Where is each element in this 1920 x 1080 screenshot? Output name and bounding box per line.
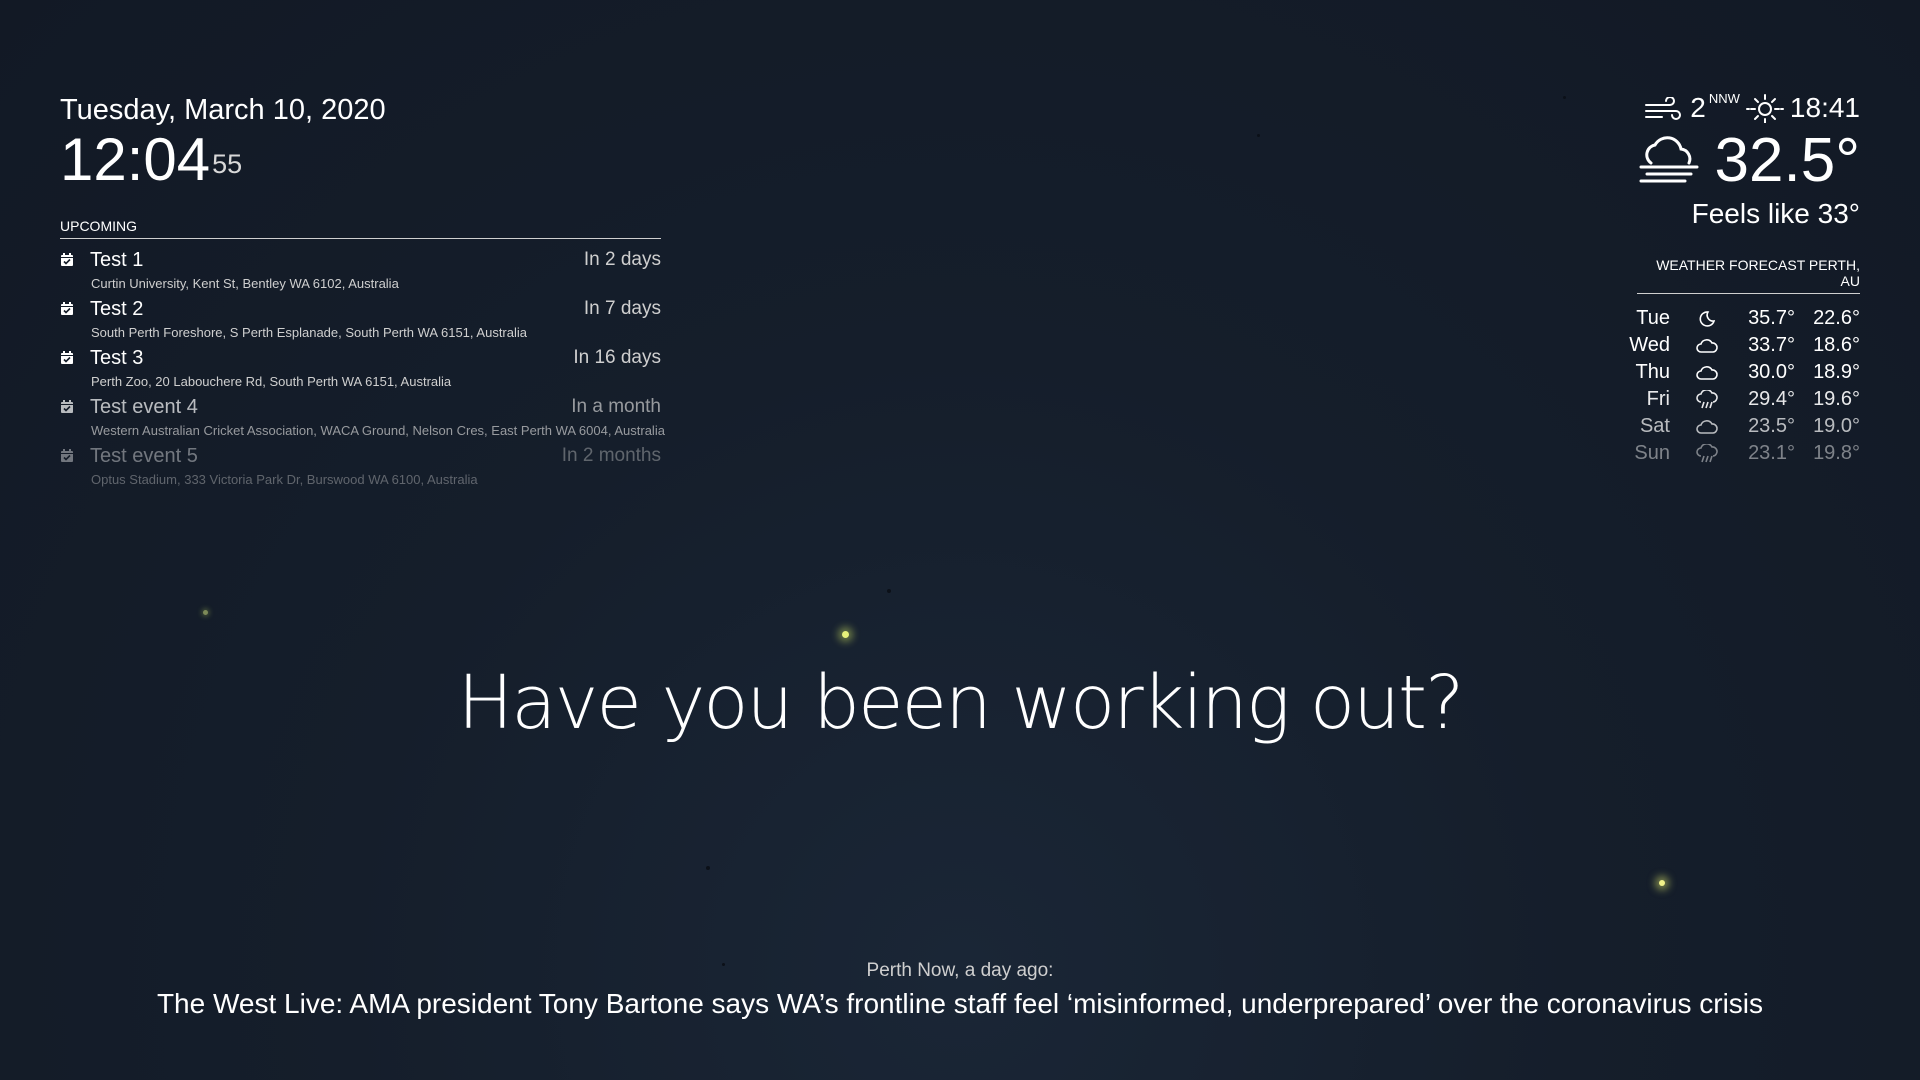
event-title: Test 2 bbox=[90, 298, 144, 320]
calendar-header: UPCOMING bbox=[60, 218, 661, 239]
forecast-max-temp: 33.7° bbox=[1748, 334, 1795, 356]
star-dot bbox=[887, 589, 891, 593]
date-label: Tuesday, March 10, 2020 bbox=[60, 94, 386, 126]
forecast-day: Fri bbox=[1646, 388, 1670, 410]
calendar-event: Test 3 In 16 days Perth Zoo, 20 Labouche… bbox=[60, 337, 661, 389]
weather-main-row: 32.5° bbox=[1637, 128, 1860, 194]
news-source: Perth Now, a day ago: bbox=[866, 960, 1054, 981]
sunset-icon bbox=[1745, 93, 1784, 124]
feels-like: Feels like 33° bbox=[1691, 198, 1860, 229]
event-time: In 7 days bbox=[583, 298, 661, 319]
forecast-min-temp: 18.6° bbox=[1813, 334, 1860, 356]
moon-icon bbox=[1695, 309, 1719, 329]
event-list: Test 1 In 2 days Curtin University, Kent… bbox=[60, 239, 665, 487]
star-glow bbox=[203, 610, 208, 615]
event-title: Test event 5 bbox=[90, 445, 198, 467]
cloud-fog-icon bbox=[1637, 135, 1701, 187]
forecast-max-temp: 35.7° bbox=[1748, 307, 1795, 329]
calendar-check-icon bbox=[60, 400, 74, 414]
forecast-min-temp: 22.6° bbox=[1813, 307, 1860, 329]
event-time: In a month bbox=[571, 396, 661, 417]
weather-forecast-module: WEATHER FORECAST PERTH, AU Tue 35.7° 22.… bbox=[1629, 257, 1860, 465]
forecast-max-temp: 23.5° bbox=[1748, 415, 1795, 437]
event-title: Test 1 bbox=[90, 249, 144, 271]
cloud-icon bbox=[1695, 363, 1719, 383]
time-hours-minutes: 12:04 bbox=[60, 126, 211, 193]
star-dot bbox=[1257, 134, 1260, 137]
calendar-event: Test 2 In 7 days South Perth Foreshore, … bbox=[60, 288, 661, 340]
star-glow bbox=[1659, 880, 1665, 886]
event-title: Test 3 bbox=[90, 347, 144, 369]
calendar-check-icon bbox=[60, 351, 74, 365]
forecast-day: Wed bbox=[1629, 334, 1670, 356]
forecast-row: Thu 30.0° 18.9° bbox=[1635, 357, 1860, 384]
forecast-day: Sun bbox=[1634, 442, 1670, 464]
current-temperature: 32.5° bbox=[1714, 126, 1860, 195]
rain-cloud-icon bbox=[1695, 389, 1719, 410]
calendar-event: Test event 4 In a month Western Australi… bbox=[60, 386, 665, 438]
rain-cloud-icon bbox=[1695, 443, 1719, 464]
calendar-check-icon bbox=[60, 449, 74, 463]
forecast-row: Fri 29.4° 19.6° bbox=[1637, 384, 1860, 411]
forecast-min-temp: 19.0° bbox=[1813, 415, 1860, 437]
current-weather-module: 2 NNW 18:41 32.5° Feels like 33° bbox=[1637, 90, 1860, 230]
forecast-row: Wed 33.7° 18.6° bbox=[1629, 330, 1860, 357]
forecast-max-temp: 23.1° bbox=[1748, 442, 1795, 464]
calendar-event: Test event 5 In 2 months Optus Stadium, … bbox=[60, 435, 661, 487]
compliment-text: Have you been working out? bbox=[457, 660, 1465, 746]
wind-speed: 2 bbox=[1690, 92, 1706, 123]
forecast-day: Sat bbox=[1639, 415, 1670, 437]
clock-module: Tuesday, March 10, 2020 12:0455 bbox=[60, 92, 386, 192]
forecast-max-temp: 29.4° bbox=[1748, 388, 1795, 410]
forecast-min-temp: 19.6° bbox=[1813, 388, 1860, 410]
calendar-check-icon bbox=[60, 253, 74, 267]
forecast-header: WEATHER FORECAST PERTH, AU bbox=[1637, 257, 1860, 294]
event-time: In 16 days bbox=[573, 347, 661, 368]
forecast-row: Sun 23.1° 19.8° bbox=[1634, 438, 1860, 465]
forecast-table: Tue 35.7° 22.6° Wed 33.7° 18.6° Thu 30.0… bbox=[1629, 303, 1860, 465]
forecast-min-temp: 19.8° bbox=[1813, 442, 1860, 464]
time-seconds: 55 bbox=[212, 149, 243, 179]
cloud-icon bbox=[1695, 336, 1719, 356]
forecast-row: Tue 35.7° 22.6° bbox=[1636, 303, 1860, 330]
event-title: Test event 4 bbox=[90, 396, 198, 418]
calendar-event: Test 1 In 2 days Curtin University, Kent… bbox=[60, 239, 661, 291]
star-glow bbox=[842, 631, 849, 638]
cloud-icon bbox=[1695, 417, 1719, 437]
wind-direction: NNW bbox=[1708, 90, 1740, 106]
star-dot bbox=[1563, 96, 1566, 99]
sunset-time: 18:41 bbox=[1789, 92, 1860, 123]
forecast-max-temp: 30.0° bbox=[1748, 361, 1795, 383]
news-headline: The West Live: AMA president Tony Barton… bbox=[156, 988, 1764, 1019]
forecast-row: Sat 23.5° 19.0° bbox=[1637, 411, 1860, 438]
star-dot bbox=[706, 866, 710, 870]
forecast-day: Thu bbox=[1635, 361, 1670, 383]
news-feed-module: Perth Now, a day ago: The West Live: AMA… bbox=[0, 960, 1920, 1020]
forecast-min-temp: 18.9° bbox=[1813, 361, 1860, 383]
weather-wind-sun-row: 2 NNW 18:41 bbox=[1637, 90, 1860, 126]
event-location: Optus Stadium, 333 Victoria Park Dr, Bur… bbox=[91, 472, 478, 487]
wind-icon bbox=[1644, 96, 1684, 120]
forecast-day: Tue bbox=[1636, 307, 1670, 329]
calendar-module: UPCOMING Test 1 In 2 days Curtin Univers… bbox=[60, 218, 665, 487]
event-time: In 2 months bbox=[561, 445, 661, 466]
calendar-check-icon bbox=[60, 302, 74, 316]
event-time: In 2 days bbox=[583, 249, 661, 270]
time-display: 12:0455 bbox=[60, 128, 386, 192]
